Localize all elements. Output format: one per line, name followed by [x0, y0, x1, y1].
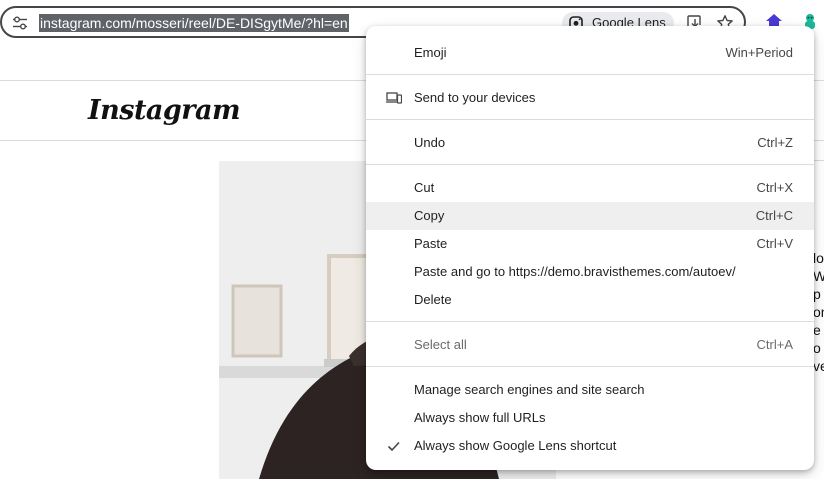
- menu-item-label: Cut: [414, 180, 435, 195]
- menu-item-show-lens-shortcut[interactable]: Always show Google Lens shortcut: [366, 432, 814, 460]
- menu-item-label: Always show full URLs: [414, 410, 546, 425]
- menu-item-paste-and-go[interactable]: Paste and go to https://demo.bravistheme…: [366, 258, 814, 286]
- caption-fragment: W: [813, 268, 824, 284]
- menu-separator: [366, 74, 814, 75]
- menu-item-emoji[interactable]: Emoji Win+Period: [366, 39, 814, 67]
- menu-item-copy[interactable]: Copy Ctrl+C: [366, 202, 814, 230]
- caption-fragment: e: [813, 322, 821, 338]
- menu-item-label: Paste and go to https://demo.bravistheme…: [414, 264, 736, 279]
- menu-item-label: Send to your devices: [414, 90, 536, 105]
- menu-item-shortcut: Ctrl+V: [756, 236, 793, 251]
- page-divider: [813, 160, 824, 161]
- menu-item-show-full-urls[interactable]: Always show full URLs: [366, 404, 814, 432]
- menu-item-label: Select all: [414, 337, 467, 352]
- menu-item-label: Undo: [414, 135, 446, 150]
- menu-item-label: Always show Google Lens shortcut: [414, 438, 617, 453]
- menu-item-undo[interactable]: Undo Ctrl+Z: [366, 129, 814, 157]
- menu-item-shortcut: Ctrl+X: [756, 180, 793, 195]
- menu-separator: [366, 321, 814, 322]
- menu-item-label: Delete: [414, 292, 452, 307]
- menu-item-label: Paste: [414, 236, 448, 251]
- menu-separator: [366, 366, 814, 367]
- caption-fragment: o: [813, 340, 821, 356]
- menu-separator: [366, 119, 814, 120]
- menu-item-delete[interactable]: Delete: [366, 286, 814, 314]
- menu-item-shortcut: Win+Period: [725, 45, 793, 60]
- menu-item-shortcut: Ctrl+Z: [757, 135, 793, 150]
- menu-item-label: Copy: [414, 208, 445, 223]
- checkmark-icon: [387, 441, 400, 452]
- menu-item-label: Emoji: [414, 45, 447, 60]
- menu-item-select-all[interactable]: Select all Ctrl+A: [366, 331, 814, 359]
- url-text-selected[interactable]: instagram.com/mosseri/reel/DE-DISgytMe/?…: [39, 14, 349, 32]
- menu-separator: [366, 164, 814, 165]
- menu-item-paste[interactable]: Paste Ctrl+V: [366, 230, 814, 258]
- site-info-icon[interactable]: [12, 15, 28, 31]
- caption-fragment: ve: [813, 358, 824, 374]
- caption-fragment: on: [813, 304, 824, 320]
- caption-fragment: lo: [813, 250, 824, 266]
- context-menu: Emoji Win+Period Send to your devices Un…: [366, 26, 814, 470]
- menu-item-send-to-devices[interactable]: Send to your devices: [366, 84, 814, 112]
- menu-item-shortcut: Ctrl+C: [755, 208, 793, 223]
- menu-item-manage-search-engines[interactable]: Manage search engines and site search: [366, 376, 814, 404]
- caption-fragment: p: [813, 286, 821, 302]
- menu-item-cut[interactable]: Cut Ctrl+X: [366, 174, 814, 202]
- instagram-logo[interactable]: Instagram: [88, 95, 241, 126]
- devices-icon: [386, 92, 402, 104]
- menu-item-shortcut: Ctrl+A: [756, 337, 793, 352]
- menu-item-label: Manage search engines and site search: [414, 382, 645, 397]
